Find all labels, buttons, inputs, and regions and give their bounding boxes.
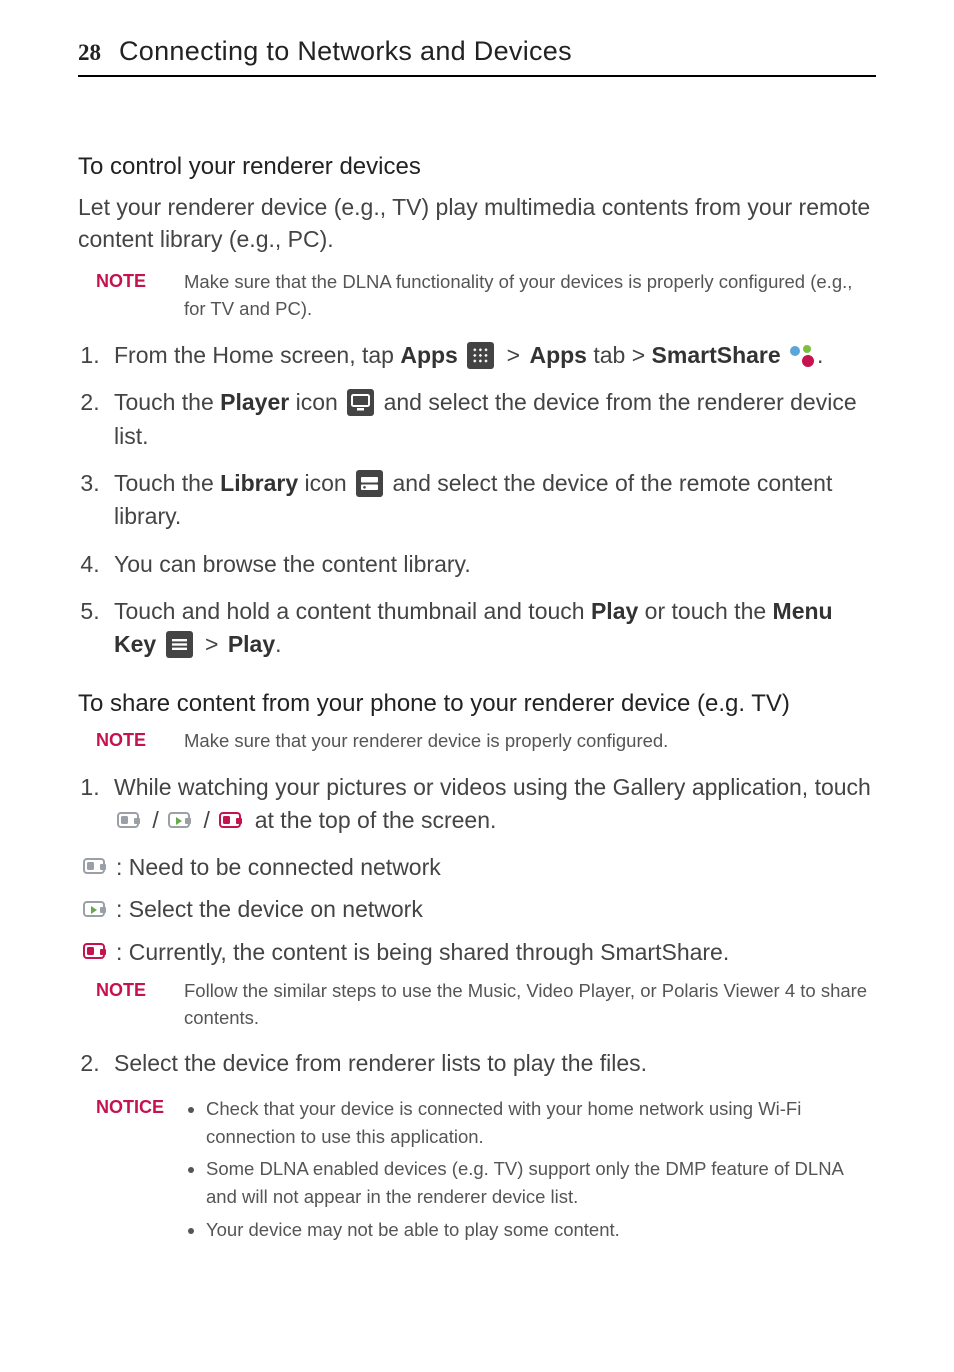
legend-text: : Need to be connected network [116,851,441,883]
step2-1: While watching your pictures or videos u… [106,771,876,838]
text: Touch and hold a content thumbnail and t… [114,598,591,624]
page-number: 28 [78,40,101,66]
notice-bullet: Your device may not be able to play some… [206,1216,876,1244]
text: Touch the [114,470,220,496]
legend-2: : Select the device on network [80,893,876,925]
text: icon [289,389,344,415]
text: / [146,807,165,833]
text: . [275,631,281,657]
step-3: Touch the Library icon and select the de… [106,467,876,534]
apps-grid-icon [467,342,494,369]
legend-text: : Currently, the content is being shared… [116,936,729,968]
menu-key-icon [166,631,193,658]
section-heading: To control your renderer devices [78,153,876,181]
notice-body: Check that your device is connected with… [184,1095,876,1249]
share-gray-icon [82,856,110,878]
note-body: Make sure that your renderer device is p… [184,728,668,755]
step-2: Touch the Player icon and select the dev… [106,386,876,453]
play-word: Play [591,598,638,624]
text: > [196,631,228,657]
share-active-icon [82,941,110,963]
text: From the Home screen, tap [114,342,400,368]
step-5: Touch and hold a content thumbnail and t… [106,595,876,662]
text: / [197,807,216,833]
note-block: NOTE Make sure that the DLNA functionali… [96,269,876,323]
notice-label: NOTICE [96,1095,184,1118]
notice-bullet: Some DLNA enabled devices (e.g. TV) supp… [206,1155,876,1211]
steps-list: From the Home screen, tap Apps > Apps ta… [78,339,876,662]
steps-list-2: While watching your pictures or videos u… [78,771,876,838]
legend-text: : Select the device on network [116,893,423,925]
text: While watching your pictures or videos u… [114,774,871,800]
section-intro: Let your renderer device (e.g., TV) play… [78,191,876,255]
text: . [817,342,823,368]
library-word: Library [220,470,298,496]
note-body: Follow the similar steps to use the Musi… [184,978,876,1032]
notice-bullets: Check that your device is connected with… [198,1095,876,1244]
apps-word: Apps [400,342,458,368]
text: Touch the [114,389,220,415]
notice-bullet: Check that your device is connected with… [206,1095,876,1151]
note-block-2: NOTE Make sure that your renderer device… [96,728,876,755]
note-label: NOTE [96,269,184,292]
page-root: 28 Connecting to Networks and Devices To… [0,0,954,1249]
share-gray-icon [116,810,144,832]
note-label: NOTE [96,728,184,751]
share-active-icon [218,810,246,832]
legend-3: : Currently, the content is being shared… [80,936,876,968]
step2-2: Select the device from renderer lists to… [106,1047,876,1080]
note-body: Make sure that the DLNA functionality of… [184,269,876,323]
notice-block: NOTICE Check that your device is connect… [96,1095,876,1249]
play-word-2: Play [228,631,275,657]
note-block-3: NOTE Follow the similar steps to use the… [96,978,876,1032]
smartshare-icon [787,343,817,369]
page-header: 28 Connecting to Networks and Devices [78,36,876,77]
legend-1: : Need to be connected network [80,851,876,883]
player-word: Player [220,389,289,415]
note-label: NOTE [96,978,184,1001]
share-select-icon [82,899,110,921]
steps-list-2b: Select the device from renderer lists to… [78,1047,876,1080]
text: > [497,342,529,368]
text: or touch the [638,598,772,624]
step-1: From the Home screen, tap Apps > Apps ta… [106,339,876,372]
share-select-icon [167,810,195,832]
step-4: You can browse the content library. [106,548,876,581]
smartshare-word: SmartShare [652,342,781,368]
section-heading-2: To share content from your phone to your… [78,690,876,718]
player-monitor-icon [347,389,374,416]
text: at the top of the screen. [248,807,496,833]
text: tab > [587,342,652,368]
apps-tab-word: Apps [529,342,587,368]
chapter-title: Connecting to Networks and Devices [119,36,572,67]
text: icon [298,470,353,496]
library-drive-icon [356,470,383,497]
